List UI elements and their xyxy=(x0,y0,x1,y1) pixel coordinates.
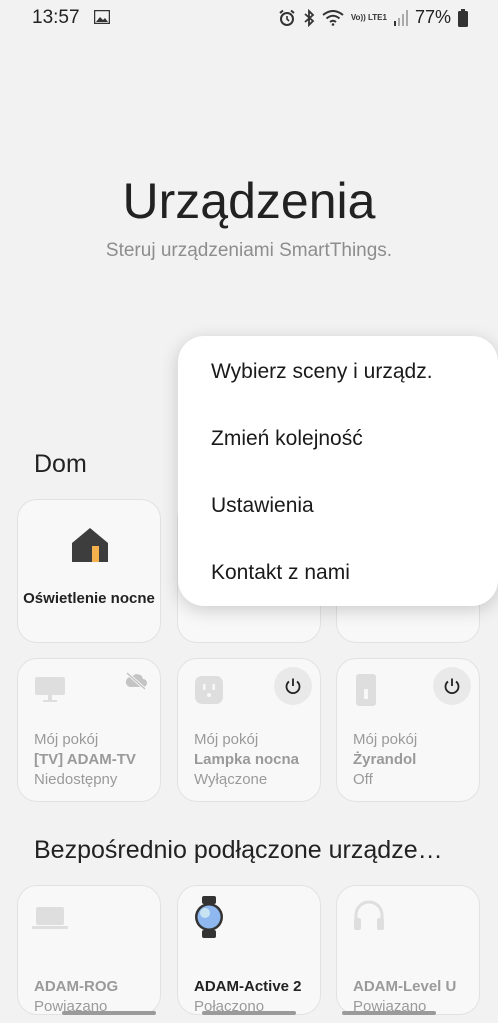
navigation-bar xyxy=(0,1011,498,1017)
device-card-night-light[interactable]: Oświetlenie nocne xyxy=(17,499,161,643)
device-name: ADAM-ROG xyxy=(34,978,119,995)
device-card-headphones[interactable]: ADAM-Level U Powiązano xyxy=(336,885,480,1015)
device-card-watch[interactable]: ADAM-Active 2 Połączono xyxy=(177,885,321,1015)
menu-item-select-scenes[interactable]: Wybierz sceny i urządz. xyxy=(211,360,433,384)
smartwatch-icon xyxy=(194,896,224,943)
device-card-chandelier[interactable]: Mój pokój Żyrandol Off xyxy=(336,658,480,802)
battery-icon xyxy=(458,8,468,27)
device-status: Wyłączone xyxy=(194,771,268,788)
device-room: Mój pokój xyxy=(34,731,99,748)
device-name: ADAM-Active 2 xyxy=(194,978,302,995)
device-status: Niedostępny xyxy=(34,771,118,788)
wifi-icon xyxy=(322,9,344,26)
device-name: Żyrandol xyxy=(353,751,417,768)
status-bar: 13:57 Vo)) LTE1 77% xyxy=(0,0,498,36)
signal-icon xyxy=(393,9,408,26)
page-title: Urządzenia xyxy=(122,173,376,229)
status-icons: Vo)) LTE1 77% xyxy=(278,7,468,28)
status-time: 13:57 xyxy=(32,7,80,28)
alarm-icon xyxy=(278,9,296,27)
device-card-lamp[interactable]: Mój pokój Lampka nocna Wyłączone xyxy=(177,658,321,802)
menu-item-settings[interactable]: Ustawienia xyxy=(211,494,314,518)
device-room: Mój pokój xyxy=(194,731,259,748)
nav-recents-handle[interactable] xyxy=(62,1011,156,1015)
power-toggle-button[interactable] xyxy=(274,667,312,705)
menu-item-reorder[interactable]: Zmień kolejność xyxy=(211,427,363,451)
bluetooth-icon xyxy=(303,8,315,27)
device-card-label: Oświetlenie nocne xyxy=(23,590,155,607)
page-subtitle: Steruj urządzeniami SmartThings. xyxy=(105,240,393,261)
device-status: Off xyxy=(353,771,373,788)
headphones-icon xyxy=(353,900,385,937)
smart-plug-icon xyxy=(194,675,224,710)
house-icon xyxy=(71,526,109,569)
device-card-tv[interactable]: Mój pokój [TV] ADAM-TV Niedostępny xyxy=(17,658,161,802)
laptop-icon xyxy=(32,906,68,935)
nav-home-handle[interactable] xyxy=(202,1011,296,1015)
menu-item-contact[interactable]: Kontakt z nami xyxy=(211,561,350,585)
gallery-notification-icon xyxy=(93,9,111,29)
device-card-rog[interactable]: ADAM-ROG Powiązano xyxy=(17,885,161,1015)
battery-percent: 77% xyxy=(414,7,451,27)
device-room: Mój pokój xyxy=(353,731,418,748)
light-switch-icon xyxy=(355,673,377,712)
nav-back-handle[interactable] xyxy=(342,1011,436,1015)
section-title-home: Dom xyxy=(34,450,87,478)
overflow-menu: Wybierz sceny i urządz. Zmień kolejność … xyxy=(178,336,498,606)
cloud-off-icon xyxy=(124,671,148,696)
volte-indicator: Vo)) LTE1 xyxy=(350,12,387,22)
section-title-direct: Bezpośrednio podłączone urządze… xyxy=(34,836,443,864)
device-name: Lampka nocna xyxy=(194,751,300,768)
power-toggle-button[interactable] xyxy=(433,667,471,705)
tv-icon xyxy=(34,675,66,708)
device-name: ADAM-Level U xyxy=(353,978,457,995)
device-name: [TV] ADAM-TV xyxy=(34,751,136,768)
